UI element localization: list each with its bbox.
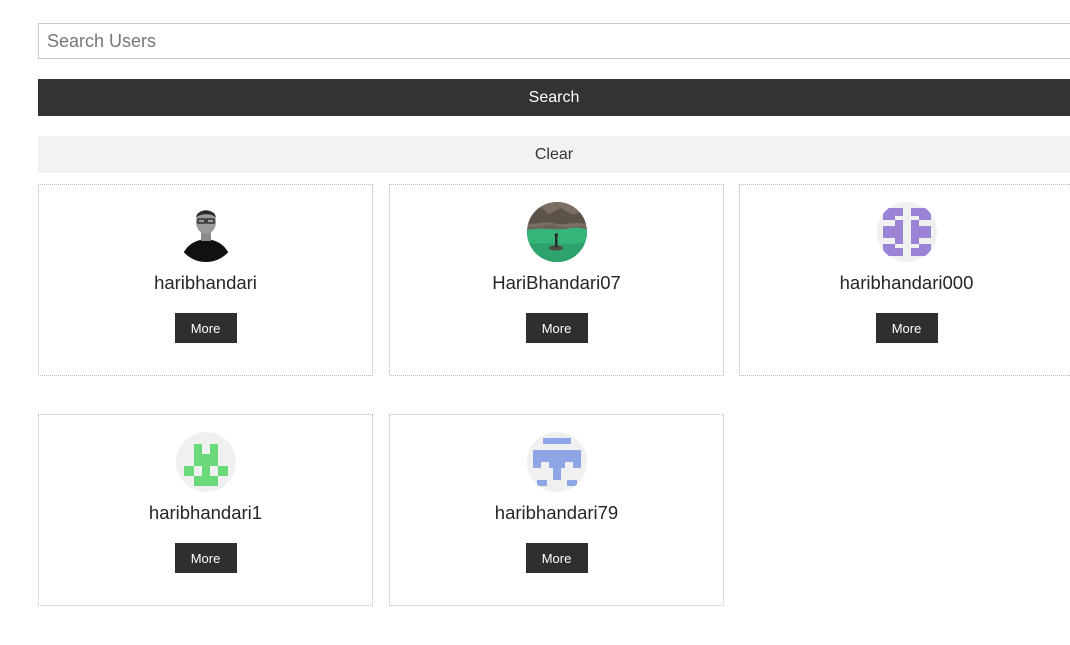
user-card: haribhandari79 More	[389, 414, 724, 606]
more-button[interactable]: More	[174, 313, 237, 343]
username: HariBhandari07	[492, 272, 621, 293]
username: haribhandari000	[839, 272, 974, 293]
more-button[interactable]: More	[875, 313, 938, 343]
avatar	[876, 202, 937, 262]
user-card: haribhandari More	[38, 184, 373, 376]
user-card: HariBhandari07 More	[389, 184, 724, 376]
search-button[interactable]: Search	[38, 79, 1070, 116]
more-button[interactable]: More	[525, 313, 588, 343]
avatar	[175, 432, 236, 492]
more-button[interactable]: More	[174, 543, 237, 573]
search-input[interactable]	[38, 23, 1070, 59]
user-card: haribhandari1 More	[38, 414, 373, 606]
avatar	[175, 202, 236, 262]
avatar	[526, 202, 587, 262]
user-card: haribhandari000 More	[739, 184, 1070, 376]
more-button[interactable]: More	[525, 543, 588, 573]
clear-button[interactable]: Clear	[38, 136, 1070, 173]
username: haribhandari	[154, 272, 257, 293]
username: haribhandari1	[148, 502, 263, 523]
avatar	[526, 432, 587, 492]
username: haribhandari79	[494, 502, 619, 523]
